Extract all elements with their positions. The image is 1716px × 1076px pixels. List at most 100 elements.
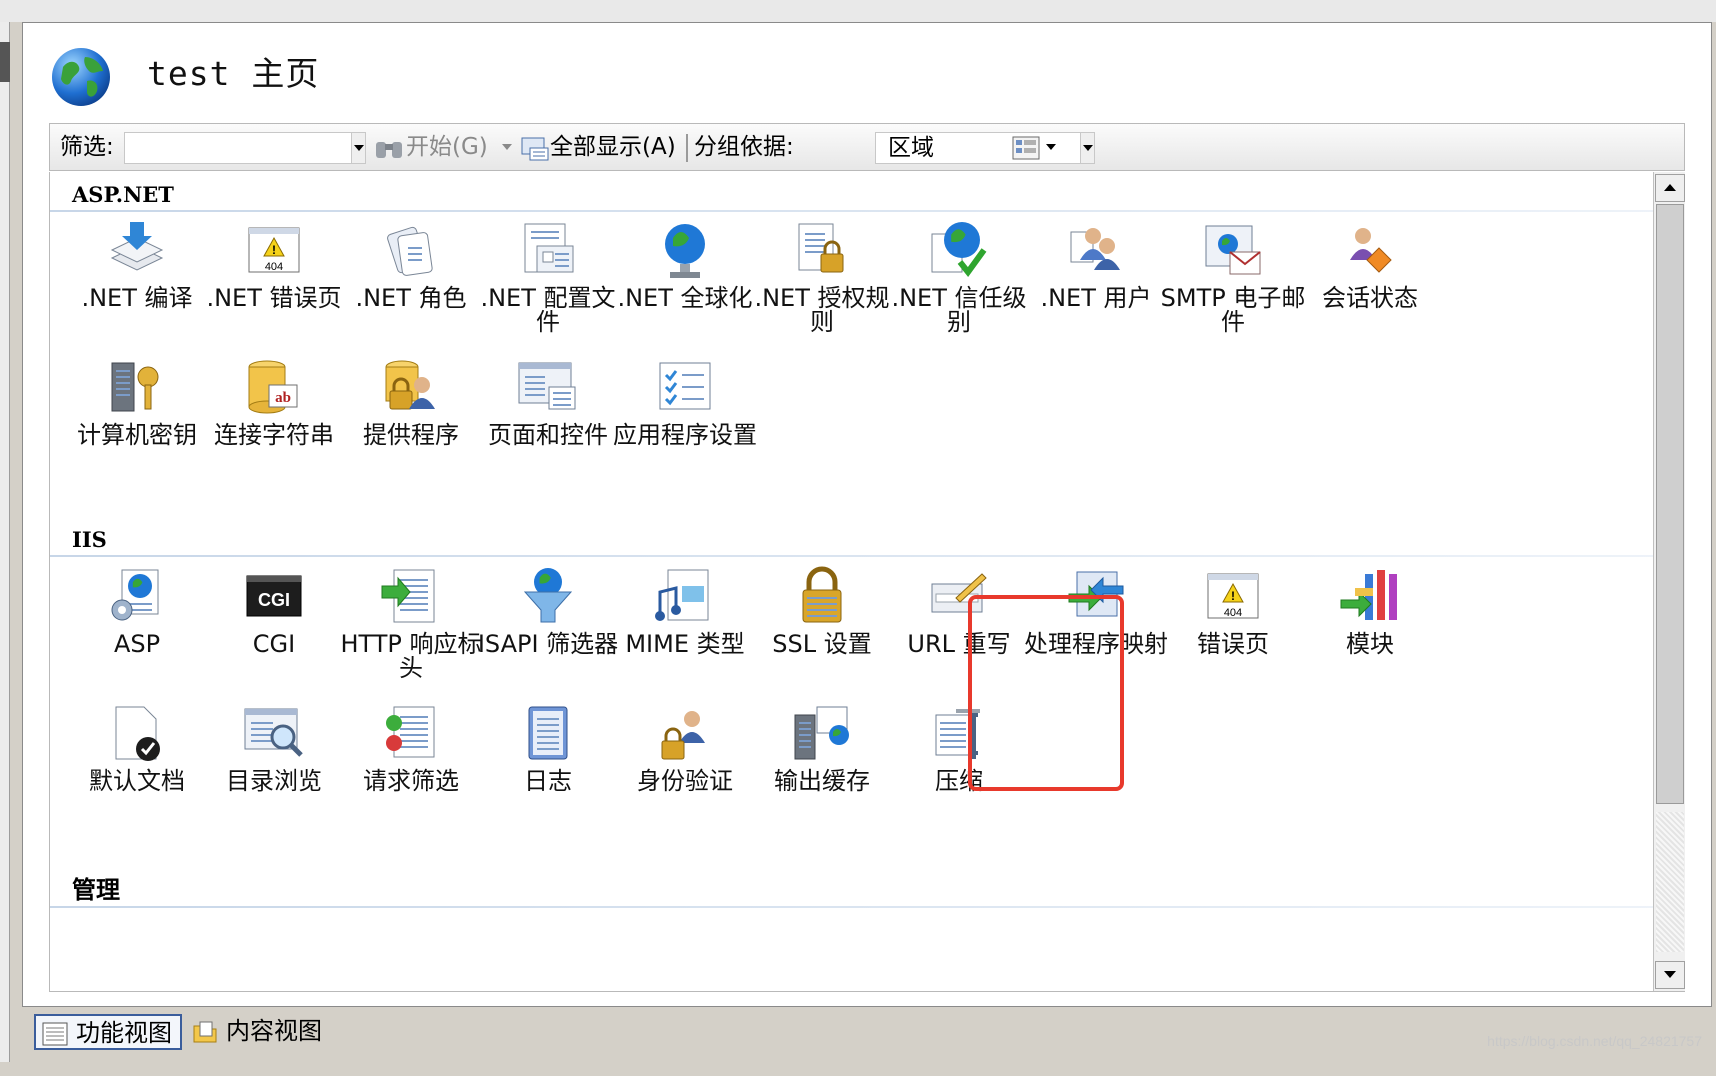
start-dropdown-icon[interactable] (502, 144, 512, 150)
start-button[interactable]: 开始(G) (406, 124, 488, 170)
scroll-up-button[interactable] (1655, 174, 1685, 202)
feature-label: 请求筛选 (363, 767, 459, 795)
http-headers-icon (381, 569, 435, 623)
content-view-icon (193, 1021, 217, 1043)
users-icon (1070, 228, 1120, 270)
feature-item[interactable]: ab 连接字符串 (199, 355, 349, 447)
svg-text:404: 404 (265, 261, 283, 273)
section-divider (50, 210, 1670, 212)
view-mode-dropdown-icon[interactable] (1046, 144, 1056, 150)
content-view-label: 内容视图 (226, 1017, 322, 1045)
feature-label: .NET 全球化 (617, 284, 753, 312)
feature-label: 错误页 (1197, 630, 1269, 658)
feature-item[interactable]: CGI CGI (199, 564, 349, 656)
feature-item[interactable]: .NET 配置文件 (473, 218, 623, 334)
url-rewrite-highlight (968, 595, 1124, 791)
feature-label: CGI (252, 630, 296, 658)
feature-item[interactable]: 提供程序 (336, 355, 486, 447)
iis-manager-pane: test 主页 筛选: 开始(G) 全部显示(A) 分组依据: 区域 ASP.N… (22, 22, 1712, 1007)
feature-item[interactable]: .NET 信任级别 (884, 218, 1034, 334)
content-view-tab[interactable]: 内容视图 (186, 1014, 330, 1050)
feature-label: 日志 (524, 767, 572, 795)
group-by-value: 区域 (888, 135, 934, 161)
feature-item[interactable]: ! 404 错误页 (1158, 564, 1308, 656)
view-switcher: 功能视图 内容视图 https://blog.csdn.net/qq_24821… (22, 1010, 1712, 1055)
modules-icon (1340, 570, 1397, 620)
vertical-scrollbar[interactable] (1653, 172, 1685, 991)
logging-icon (528, 706, 568, 760)
feature-item[interactable]: MIME 类型 (610, 564, 760, 656)
scroll-down-button[interactable] (1655, 961, 1685, 989)
group-by-label: 分组依据: (694, 134, 794, 160)
roles-icon (387, 226, 433, 276)
feature-label: .NET 角色 (355, 284, 467, 312)
providers-icon (385, 360, 435, 410)
section-divider (50, 906, 1670, 908)
feature-item[interactable]: SMTP 电子邮件 (1158, 218, 1308, 334)
app-settings-icon (659, 362, 711, 410)
view-mode-icon[interactable] (1012, 136, 1040, 160)
scroll-track[interactable] (1656, 812, 1684, 952)
section-header-aspnet: ASP.NET (72, 182, 174, 207)
authentication-icon (661, 711, 705, 760)
svg-text:ab: ab (275, 390, 291, 406)
directory-browsing-icon (244, 708, 303, 757)
svg-text:!: ! (1231, 589, 1235, 603)
feature-item[interactable]: 身份验证 (610, 701, 760, 793)
filter-input[interactable] (124, 132, 366, 164)
feature-item[interactable]: ISAPI 筛选器 (473, 564, 623, 656)
machine-key-icon (111, 362, 159, 412)
section-divider (50, 555, 1670, 557)
feature-item[interactable]: 模块 (1295, 564, 1445, 656)
feature-item[interactable]: 目录浏览 (199, 701, 349, 793)
globalization-icon (665, 224, 705, 278)
toolbar-separator (686, 134, 688, 162)
feature-label: .NET 编译 (81, 284, 193, 312)
feature-item[interactable]: 日志 (473, 701, 623, 793)
feature-label: 默认文档 (89, 767, 185, 795)
feature-item[interactable]: HTTP 响应标头 (336, 564, 486, 680)
feature-item[interactable]: .NET 用户 (1021, 218, 1171, 310)
feature-item[interactable]: 页面和控件 (473, 355, 623, 447)
default-document-icon (115, 706, 160, 761)
watermark: https://blog.csdn.net/qq_24821757 (1487, 1033, 1702, 1049)
feature-label: 会话状态 (1322, 284, 1418, 312)
feature-label: .NET 信任级别 (891, 284, 1027, 336)
feature-item[interactable]: ASP (62, 564, 212, 656)
section-header-manage: 管理 (72, 876, 120, 904)
feature-item[interactable]: .NET 编译 (62, 218, 212, 310)
feature-item[interactable]: SSL 设置 (747, 564, 897, 656)
feature-label: 计算机密钥 (77, 421, 197, 449)
globe-icon (52, 48, 110, 106)
feature-label: 提供程序 (363, 421, 459, 449)
feature-item[interactable]: 默认文档 (62, 701, 212, 793)
feature-label: .NET 授权规则 (754, 284, 890, 336)
chevron-down-icon[interactable] (1080, 133, 1094, 163)
feature-item[interactable]: .NET 全球化 (610, 218, 760, 310)
features-view-tab[interactable]: 功能视图 (34, 1014, 182, 1050)
features-view-icon (42, 1022, 68, 1046)
feature-label: .NET 错误页 (206, 284, 342, 312)
feature-item[interactable]: .NET 角色 (336, 218, 486, 310)
binoculars-icon (376, 142, 402, 158)
show-all-icon (521, 137, 549, 161)
page-title: test 主页 (147, 54, 320, 93)
feature-item[interactable]: 应用程序设置 (610, 355, 760, 447)
show-all-button[interactable]: 全部显示(A) (550, 124, 676, 170)
svg-text:404: 404 (1224, 607, 1242, 619)
smtp-icon (1205, 225, 1261, 275)
feature-label: .NET 配置文件 (480, 284, 616, 336)
feature-item[interactable]: 会话状态 (1295, 218, 1445, 310)
feature-label: HTTP 响应标头 (340, 630, 482, 682)
asp-icon (111, 569, 159, 621)
group-by-select[interactable]: 区域 (875, 132, 1095, 164)
chevron-down-icon[interactable] (351, 133, 365, 163)
feature-item[interactable]: ! 404 .NET 错误页 (199, 218, 349, 310)
feature-item[interactable]: 输出缓存 (747, 701, 897, 793)
scroll-thumb[interactable] (1656, 204, 1684, 804)
feature-item[interactable]: .NET 授权规则 (747, 218, 897, 334)
feature-item[interactable]: 请求筛选 (336, 701, 486, 793)
feature-item[interactable]: 计算机密钥 (62, 355, 212, 447)
feature-label: SMTP 电子邮件 (1160, 284, 1306, 336)
isapi-filter-icon (523, 568, 573, 623)
